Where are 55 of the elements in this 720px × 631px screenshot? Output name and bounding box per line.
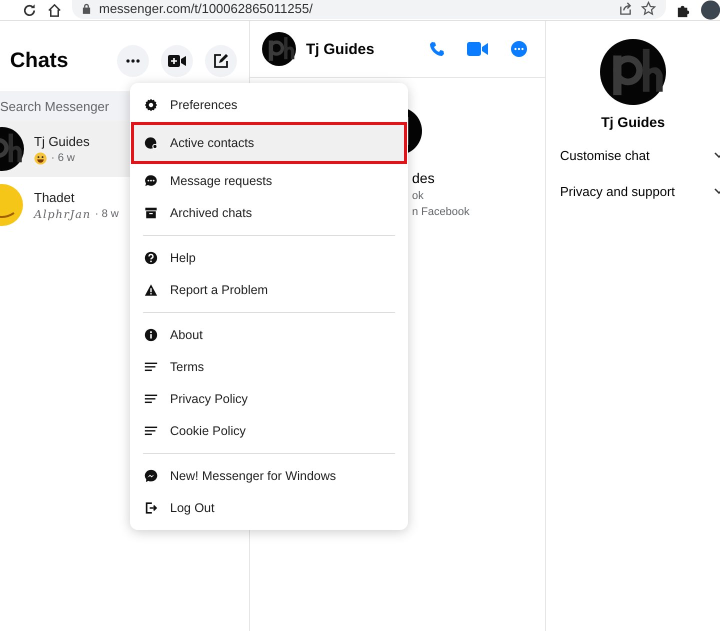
contacts-icon [144,136,158,150]
messenger-icon [144,469,158,483]
menu-item[interactable]: Terms [130,351,408,383]
contact-name: des [412,170,436,186]
document-lines-icon [144,360,158,374]
video-call-button[interactable] [161,45,193,77]
menu-item[interactable]: Preferences [130,89,408,121]
chat-time: · 6 w [51,152,75,164]
menu-item[interactable]: Privacy Policy [130,383,408,415]
reload-icon[interactable] [22,2,37,18]
archive-icon [144,206,158,220]
chat-name: Thadet [34,190,76,204]
info-icon [144,328,158,342]
chats-title: Chats [10,49,70,73]
section-header[interactable]: Privacy and support [546,180,720,202]
more-icon [126,59,140,63]
menu-item[interactable]: About [130,319,408,351]
video-camera-icon [168,55,186,67]
bookmark-star-icon[interactable] [640,0,656,16]
section-header[interactable]: Customise chat [546,144,720,166]
address-bar[interactable]: messenger.com/t/100062865011255/ [72,0,666,19]
chat-name: Tj Guides [34,134,90,148]
document-lines-icon [144,424,158,438]
chat-time: · 8 w [94,208,119,220]
menu-item[interactable]: Message requests [130,165,408,197]
compose-icon [213,53,229,69]
contact-name: Tj Guides [306,40,374,58]
document-lines-icon [144,392,158,406]
profile-caption: n Facebook [412,206,470,218]
menu-item[interactable]: Help [130,242,408,274]
share-icon[interactable] [618,0,633,16]
menu-item[interactable]: Log Out [130,492,408,524]
url-text: messenger.com/t/100062865011255/ [99,0,313,16]
video-camera-icon[interactable] [467,41,489,57]
menu-item[interactable]: Archived chats [130,197,408,229]
menu-item[interactable]: Active contacts [134,125,404,161]
profile-caption: ok [412,190,425,202]
chat-bubble-icon [144,174,158,188]
lock-icon [82,2,91,14]
menu-item[interactable]: Report a Problem [130,274,408,306]
gear-icon [144,98,158,112]
log-out-icon [144,501,158,515]
message-preview: AlphrJan [34,208,91,220]
new-message-button[interactable] [205,45,237,77]
profile-icon[interactable] [700,0,720,20]
more-button[interactable] [117,45,149,77]
contact-name: Tj Guides [601,114,665,130]
more-icon[interactable] [511,41,527,57]
menu-item[interactable]: Cookie Policy [130,415,408,447]
menu-item[interactable]: New! Messenger for Windows [130,460,408,492]
help-icon [144,251,158,265]
warning-icon [144,283,158,297]
home-icon[interactable] [47,2,62,18]
phone-icon[interactable] [429,41,445,57]
smiley-icon [34,152,47,164]
